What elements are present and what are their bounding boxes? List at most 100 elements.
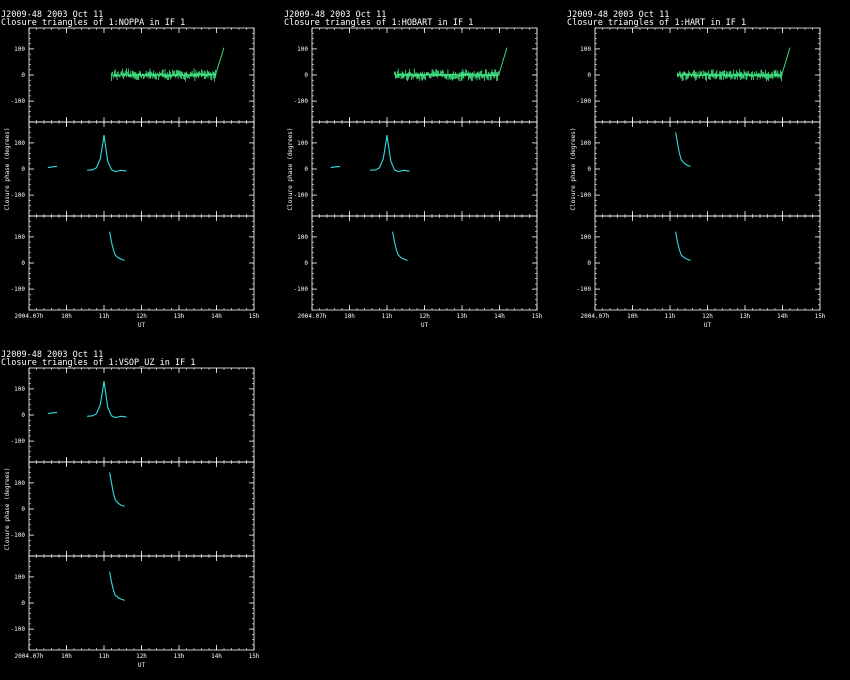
panel-3: 100 0 -100 (11, 215, 255, 311)
x-tick-label: 14h (777, 313, 788, 320)
x-tick-label: 12h (136, 313, 147, 320)
x-tick-label: 2004.07h (15, 653, 44, 660)
x-tick-label: 14h (211, 313, 222, 320)
y-tick-label: 0 (21, 412, 25, 419)
y-tick-label: 0 (21, 166, 25, 173)
y-axis-label: Closure phase (degrees) (287, 127, 294, 210)
panel-frame (28, 461, 255, 557)
closure-figure-1: J2009-48 2003 Oct 11Closure triangles of… (1, 10, 260, 329)
x-axis-label: UT (421, 322, 429, 329)
series-line (87, 135, 127, 173)
y-tick-label: -100 (11, 626, 26, 633)
panel-1: 100 0 -100 (577, 27, 821, 123)
panel-2: 100 0 -100 (11, 121, 255, 217)
y-tick-label: 0 (587, 166, 591, 173)
series-line (47, 165, 58, 169)
y-tick-label: 100 (297, 140, 308, 147)
series-line (109, 231, 125, 261)
series-line (109, 472, 125, 507)
y-tick-label: 100 (580, 234, 591, 241)
panel-3: 100 0 -100 (577, 215, 821, 311)
y-tick-label: 100 (297, 46, 308, 53)
y-tick-label: 0 (304, 72, 308, 79)
x-tick-label: 10h (627, 313, 638, 320)
x-axis-label: UT (138, 322, 146, 329)
y-axis-label: Closure phase (degrees) (4, 467, 11, 550)
x-tick-label: 14h (211, 653, 222, 660)
chart-title-line2: Closure triangles of 1:VSOP_UZ in IF 1 (1, 358, 195, 368)
panel-3: 100 0 -100 (294, 215, 538, 311)
y-tick-label: -100 (294, 192, 309, 199)
panel-frame (28, 367, 255, 463)
y-tick-label: 100 (580, 140, 591, 147)
y-tick-label: -100 (577, 286, 592, 293)
chart-title-line2: Closure triangles of 1:HOBART in IF 1 (284, 18, 473, 28)
series-line (675, 132, 691, 167)
panel-1: 100 0 -100 (294, 27, 538, 123)
x-tick-label: 12h (136, 653, 147, 660)
y-tick-label: -100 (11, 98, 26, 105)
x-tick-label: 14h (494, 313, 505, 320)
y-tick-label: 100 (14, 234, 25, 241)
x-tick-label: 11h (382, 313, 393, 320)
x-tick-label: 2004.07h (15, 313, 44, 320)
series-line (109, 571, 125, 601)
y-tick-label: 100 (14, 574, 25, 581)
y-tick-label: 0 (304, 166, 308, 173)
chart-title-line2: Closure triangles of 1:HART in IF 1 (567, 18, 746, 28)
y-tick-label: 0 (304, 260, 308, 267)
closure-figure-4: J2009-48 2003 Oct 11Closure triangles of… (1, 350, 260, 669)
x-tick-label: 11h (99, 313, 110, 320)
x-tick-label: 11h (665, 313, 676, 320)
x-tick-label: 13h (174, 313, 185, 320)
series-line (675, 231, 691, 261)
y-axis-label: Closure phase (degrees) (570, 127, 577, 210)
y-tick-label: 100 (14, 140, 25, 147)
series-line (370, 135, 410, 173)
x-tick-label: 12h (702, 313, 713, 320)
panel-2: 100 0 -100 (11, 461, 255, 557)
y-axis-label: Closure phase (degrees) (4, 127, 11, 210)
panel-frame (28, 555, 255, 651)
series-line (330, 165, 341, 169)
x-tick-label: 13h (457, 313, 468, 320)
panel-1: 100 0 -100 (11, 367, 255, 463)
y-tick-label: -100 (11, 532, 26, 539)
y-tick-label: 0 (587, 72, 591, 79)
y-tick-label: -100 (294, 286, 309, 293)
x-tick-label: 13h (740, 313, 751, 320)
y-tick-label: 100 (14, 386, 25, 393)
y-tick-label: -100 (577, 98, 592, 105)
panel-3: 100 0 -100 (11, 555, 255, 651)
panel-frame (28, 121, 255, 217)
y-tick-label: -100 (294, 98, 309, 105)
series-line (87, 381, 127, 419)
closure-phase-figure: J2009-48 2003 Oct 11Closure triangles of… (1, 10, 826, 669)
x-axis-label: UT (138, 662, 146, 669)
y-tick-label: 0 (21, 600, 25, 607)
panel-frame (311, 121, 538, 217)
x-axis-label: UT (704, 322, 712, 329)
y-tick-label: 0 (21, 260, 25, 267)
x-tick-label: 2004.07h (581, 313, 610, 320)
series-line (394, 47, 508, 77)
panel-frame (311, 215, 538, 311)
chart-title-line2: Closure triangles of 1:NOPPA in IF 1 (1, 18, 185, 28)
panel-2: 100 0 -100 (294, 121, 538, 217)
panel-frame (594, 121, 821, 217)
x-tick-label: 15h (249, 653, 260, 660)
y-tick-label: 0 (587, 260, 591, 267)
x-tick-label: 15h (815, 313, 826, 320)
y-tick-label: 0 (21, 72, 25, 79)
y-tick-label: 0 (21, 506, 25, 513)
y-tick-label: -100 (11, 286, 26, 293)
y-tick-label: 100 (14, 46, 25, 53)
x-tick-label: 11h (99, 653, 110, 660)
y-tick-label: -100 (577, 192, 592, 199)
y-tick-label: -100 (11, 192, 26, 199)
series-line (47, 411, 58, 415)
x-tick-label: 15h (532, 313, 543, 320)
x-tick-label: 12h (419, 313, 430, 320)
y-tick-label: -100 (11, 438, 26, 445)
panel-1: 100 0 -100 (11, 27, 255, 123)
